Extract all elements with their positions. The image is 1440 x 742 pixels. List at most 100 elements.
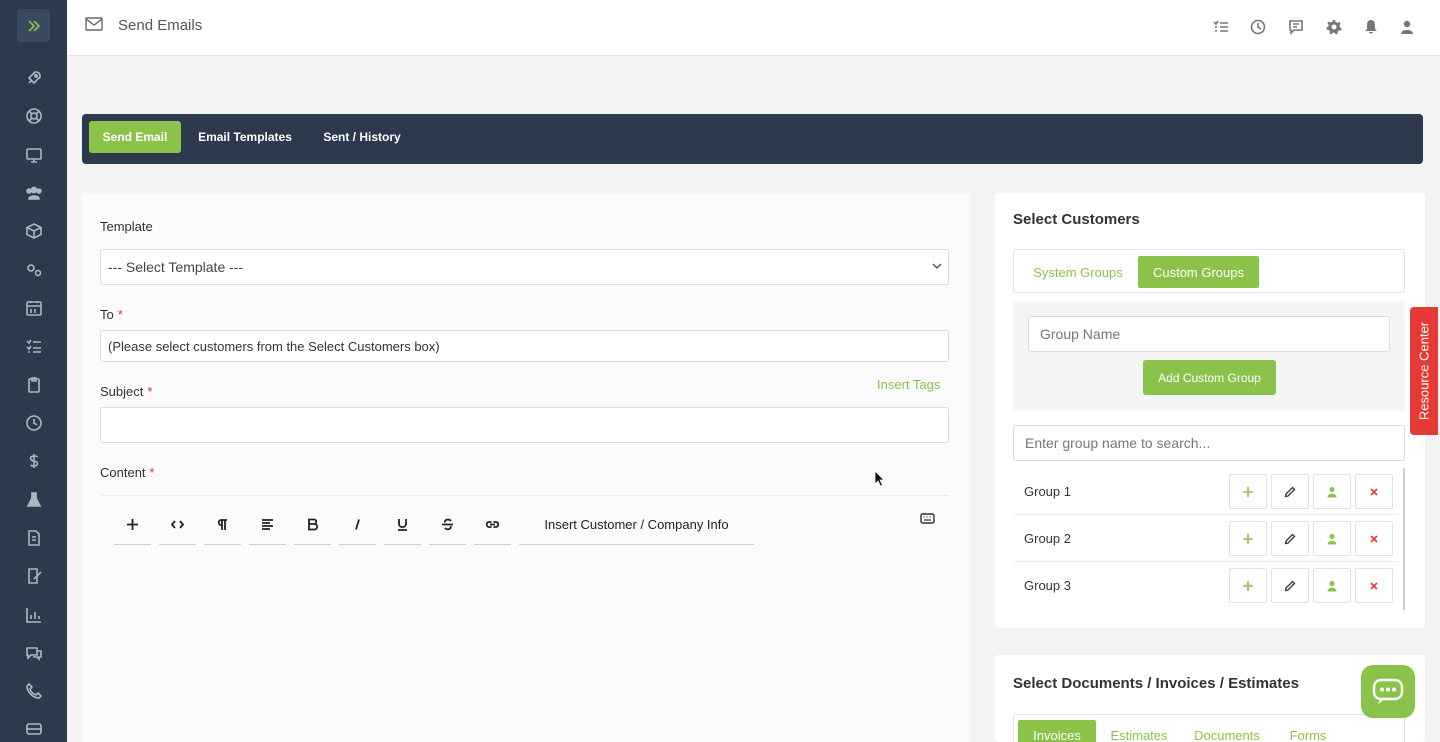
bell-icon[interactable]	[1363, 19, 1379, 35]
plus-icon	[1243, 486, 1253, 497]
checklist-icon[interactable]	[22, 334, 46, 358]
dollar-icon[interactable]	[22, 449, 46, 473]
group-members-button[interactable]	[1313, 521, 1351, 556]
plus-icon[interactable]	[114, 505, 151, 545]
document-type-tabs: Invoices Estimates Documents Forms	[1013, 714, 1405, 742]
delete-group-button[interactable]	[1355, 568, 1393, 603]
group-search-input[interactable]: Enter group name to search...	[1013, 425, 1405, 461]
group-name: Group 1	[1024, 484, 1071, 499]
tab-send-email[interactable]: Send Email	[89, 121, 181, 153]
sidebar-toggle-button[interactable]	[17, 9, 50, 42]
bold-icon[interactable]	[294, 505, 331, 545]
clipboard-icon[interactable]	[22, 373, 46, 397]
group-row: Group 3	[1013, 562, 1399, 609]
group-name: Group 3	[1024, 578, 1071, 593]
user-icon	[1327, 486, 1337, 497]
edit-group-button[interactable]	[1271, 474, 1309, 509]
tab-invoices[interactable]: Invoices	[1018, 720, 1096, 742]
lifebuoy-icon[interactable]	[22, 104, 46, 128]
link-icon[interactable]	[474, 505, 511, 545]
to-label: To *	[100, 307, 123, 322]
message-icon[interactable]	[1288, 19, 1304, 35]
resource-center-tab[interactable]: Resource Center	[1410, 307, 1438, 435]
database-icon[interactable]	[22, 717, 46, 741]
close-icon	[1370, 534, 1378, 543]
rocket-icon[interactable]	[22, 66, 46, 90]
tab-sent-history[interactable]: Sent / History	[313, 121, 411, 153]
bar-chart-icon[interactable]	[22, 603, 46, 627]
edit-group-button[interactable]	[1271, 568, 1309, 603]
subject-label-text: Subject	[100, 384, 144, 399]
align-icon[interactable]	[249, 505, 286, 545]
groups-scrollbar[interactable]	[1403, 468, 1405, 610]
subject-input[interactable]	[100, 407, 949, 443]
page-title: Send Emails	[118, 17, 203, 34]
tab-forms[interactable]: Forms	[1276, 720, 1340, 742]
chevron-down-icon	[932, 263, 942, 270]
group-name: Group 2	[1024, 531, 1071, 546]
phone-icon[interactable]	[22, 679, 46, 703]
monitor-icon[interactable]	[22, 143, 46, 167]
gears-icon[interactable]	[22, 258, 46, 282]
insert-tags-link[interactable]: Insert Tags	[877, 377, 940, 392]
box-icon[interactable]	[22, 219, 46, 243]
users-icon[interactable]	[22, 181, 46, 205]
to-label-text: To	[100, 307, 114, 322]
template-label: Template	[100, 219, 153, 234]
top-header: Send Emails	[67, 0, 1440, 56]
tab-email-templates[interactable]: Email Templates	[191, 121, 299, 153]
chat-icon[interactable]	[22, 641, 46, 665]
plus-icon	[1243, 533, 1253, 544]
tab-documents[interactable]: Documents	[1186, 720, 1268, 742]
required-marker: *	[147, 384, 153, 399]
add-to-recipients-button[interactable]	[1229, 474, 1267, 509]
group-members-button[interactable]	[1313, 474, 1351, 509]
delete-group-button[interactable]	[1355, 521, 1393, 556]
user-icon	[1327, 533, 1337, 544]
edit-group-button[interactable]	[1271, 521, 1309, 556]
add-to-recipients-button[interactable]	[1229, 521, 1267, 556]
tab-estimates[interactable]: Estimates	[1100, 720, 1178, 742]
clock-icon[interactable]	[22, 411, 46, 435]
to-field[interactable]: (Please select customers from the Select…	[100, 330, 949, 362]
close-icon	[1370, 581, 1378, 590]
content-label-text: Content	[100, 465, 146, 480]
select-customers-title: Select Customers	[1013, 211, 1140, 228]
close-icon	[1370, 487, 1378, 496]
keyboard-icon[interactable]	[920, 513, 935, 524]
template-select-value: --- Select Template ---	[108, 259, 244, 275]
code-icon[interactable]	[159, 505, 196, 545]
select-documents-title: Select Documents / Invoices / Estimates	[1013, 675, 1299, 692]
chat-bubble-icon	[1372, 678, 1404, 704]
tab-system-groups[interactable]: System Groups	[1022, 256, 1134, 288]
group-row: Group 2	[1013, 515, 1399, 562]
underline-icon[interactable]	[384, 505, 421, 545]
sidebar	[0, 0, 67, 742]
template-select[interactable]: --- Select Template ---	[100, 249, 949, 285]
group-name-input[interactable]: Group Name	[1028, 316, 1390, 352]
add-to-recipients-button[interactable]	[1229, 568, 1267, 603]
history-clock-icon[interactable]	[1250, 19, 1266, 35]
chat-widget-button[interactable]	[1361, 665, 1415, 718]
required-marker: *	[117, 307, 123, 322]
group-members-button[interactable]	[1313, 568, 1351, 603]
subject-label: Subject *	[100, 384, 152, 399]
tab-custom-groups[interactable]: Custom Groups	[1138, 256, 1259, 288]
edit-document-icon[interactable]	[22, 564, 46, 588]
calendar-icon[interactable]	[22, 296, 46, 320]
insert-customer-info-button[interactable]: Insert Customer / Company Info	[519, 505, 754, 545]
italic-icon[interactable]	[339, 505, 376, 545]
document-icon[interactable]	[22, 526, 46, 550]
strikethrough-icon[interactable]	[429, 505, 466, 545]
settings-gear-icon[interactable]	[1326, 19, 1342, 35]
tasks-icon[interactable]	[1213, 19, 1229, 35]
add-custom-group-box: Group Name Add Custom Group	[1013, 301, 1405, 411]
delete-group-button[interactable]	[1355, 474, 1393, 509]
flask-icon[interactable]	[22, 488, 46, 512]
user-icon[interactable]	[1399, 19, 1415, 35]
user-icon	[1327, 580, 1337, 591]
add-custom-group-button[interactable]: Add Custom Group	[1143, 360, 1276, 395]
content-label: Content *	[100, 465, 155, 480]
required-marker: *	[149, 465, 155, 480]
paragraph-icon[interactable]	[204, 505, 241, 545]
